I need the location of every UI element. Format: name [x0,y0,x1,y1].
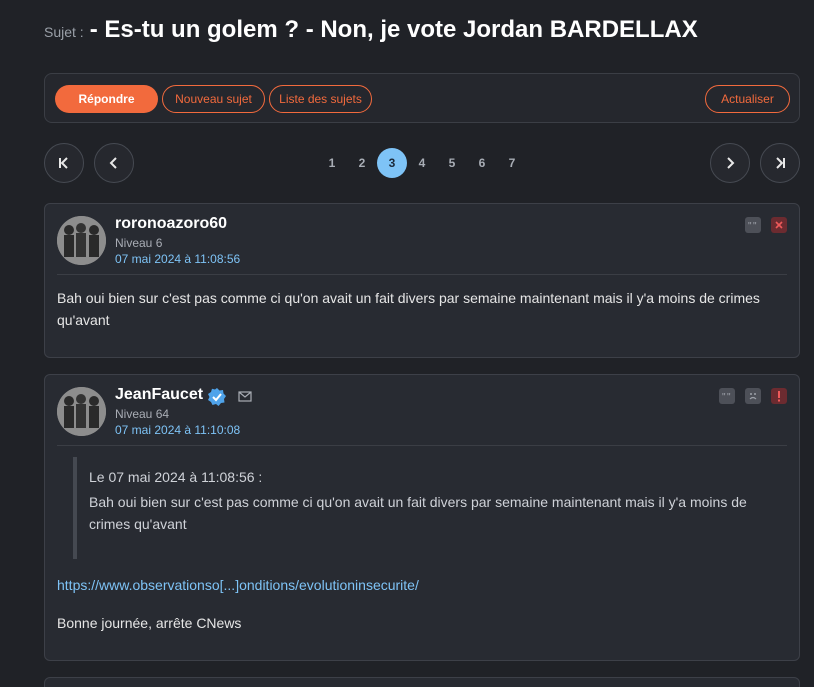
page-link-5[interactable]: 5 [437,148,467,178]
avatar[interactable] [57,216,106,265]
forum-post: JeanFaucet Niveau 64 07 mai 2024 à 11:10… [44,374,800,661]
chevron-right-icon [727,157,735,169]
forum-post: roronoazoro60 Niveau 6 07 mai 2024 à 11:… [44,203,800,358]
quote-content: Bah oui bien sur c'est pas comme ci qu'o… [89,494,747,532]
svg-text:": " [722,392,726,400]
delete-icon[interactable] [771,217,787,233]
avatar-image [57,387,106,436]
forum-post [44,677,800,687]
refresh-button[interactable]: Actualiser [705,85,790,113]
quote-icon[interactable]: " " [745,217,761,233]
avatar-image [57,216,106,265]
external-link[interactable]: https://www.observationso[...]onditions/… [57,574,775,596]
post-content: Bonne journée, arrête CNews [57,615,242,631]
chevron-left-icon [109,157,117,169]
topic-toolbar: Répondre Nouveau sujet Liste des sujets … [44,73,800,123]
verified-badge-icon [207,387,227,407]
topic-label: Sujet : [44,24,84,40]
new-topic-button[interactable]: Nouveau sujet [162,85,265,113]
post-content: Bah oui bien sur c'est pas comme ci qu'o… [57,290,760,328]
last-page-icon [776,157,785,169]
page-link-4[interactable]: 4 [407,148,437,178]
post-divider [57,274,787,275]
post-date[interactable]: 07 mai 2024 à 11:10:08 [115,423,240,437]
page-link-1[interactable]: 1 [317,148,347,178]
post-author[interactable]: JeanFaucet [115,386,203,404]
svg-text:": " [748,221,752,229]
post-author[interactable]: roronoazoro60 [115,215,227,233]
ignore-user-icon[interactable] [745,388,761,404]
page-link-7[interactable]: 7 [497,148,527,178]
quote-header: Le 07 mai 2024 à 11:08:56 : [89,469,263,485]
author-level: Niveau 6 [115,236,163,250]
topic-title-row: Sujet : - Es-tu un golem ? - Non, je vot… [44,16,804,52]
first-page-button[interactable] [44,143,84,183]
page-title: - Es-tu un golem ? - Non, je vote Jordan… [89,16,698,43]
page-link-2[interactable]: 2 [347,148,377,178]
author-level: Niveau 64 [115,407,170,421]
last-page-button[interactable] [760,143,800,183]
post-divider [57,445,787,446]
reply-button[interactable]: Répondre [55,85,158,113]
page-link-6[interactable]: 6 [467,148,497,178]
quote-icon[interactable]: " " [719,388,735,404]
quoted-message: Le 07 mai 2024 à 11:08:56 : Bah oui bien… [73,457,789,559]
previous-page-button[interactable] [94,143,134,183]
pagination: 1 2 3 4 5 6 7 [44,143,800,183]
first-page-icon [59,157,68,169]
topic-list-button[interactable]: Liste des sujets [269,85,372,113]
avatar[interactable] [57,387,106,436]
post-date[interactable]: 07 mai 2024 à 11:08:56 [115,252,240,266]
next-page-button[interactable] [710,143,750,183]
svg-text:": " [727,392,731,400]
page-link-current[interactable]: 3 [377,148,407,178]
report-icon[interactable] [771,388,787,404]
svg-text:": " [753,221,757,229]
mail-icon[interactable] [237,388,253,404]
